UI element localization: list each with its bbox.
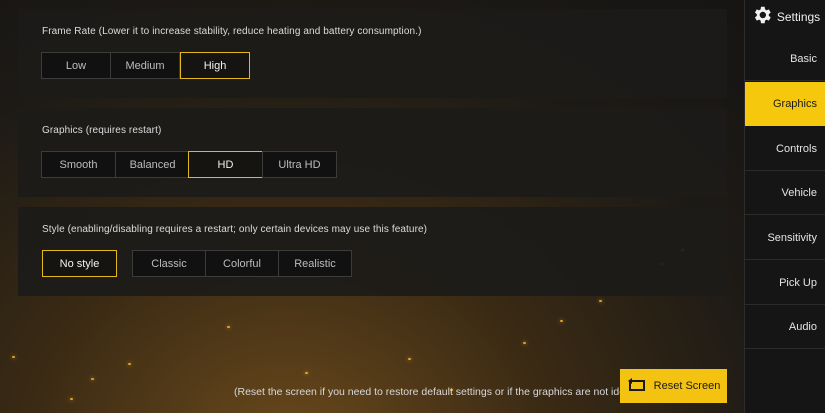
sidebar-item-audio[interactable]: Audio bbox=[745, 305, 825, 349]
style-realistic-button[interactable]: Realistic bbox=[278, 250, 352, 277]
style-no-style-button[interactable]: No style bbox=[42, 250, 117, 277]
settings-title: Settings bbox=[776, 9, 821, 24]
settings-header: Settings bbox=[745, 0, 825, 33]
graphics-ultra-hd-button[interactable]: Ultra HD bbox=[262, 151, 337, 178]
frame-rate-panel: Frame Rate (Lower it to increase stabili… bbox=[18, 9, 727, 98]
sidebar-item-sensitivity[interactable]: Sensitivity bbox=[745, 216, 825, 260]
sidebar-item-graphics[interactable]: Graphics bbox=[745, 82, 825, 126]
graphics-panel: Graphics (requires restart) Smooth Balan… bbox=[18, 108, 727, 197]
frame-rate-medium-button[interactable]: Medium bbox=[110, 52, 180, 79]
graphics-smooth-button[interactable]: Smooth bbox=[41, 151, 116, 178]
style-panel: Style (enabling/disabling requires a res… bbox=[18, 207, 727, 296]
reset-screen-icon bbox=[627, 377, 647, 395]
reset-hint-text: (Reset the screen if you need to restore… bbox=[234, 386, 637, 398]
reset-screen-label: Reset Screen bbox=[653, 380, 721, 392]
sidebar-item-controls[interactable]: Controls bbox=[745, 127, 825, 171]
graphics-balanced-button[interactable]: Balanced bbox=[115, 151, 190, 178]
graphics-title: Graphics (requires restart) bbox=[42, 125, 162, 136]
frame-rate-low-button[interactable]: Low bbox=[41, 52, 111, 79]
graphics-hd-button[interactable]: HD bbox=[188, 151, 263, 178]
frame-rate-high-button[interactable]: High bbox=[180, 52, 250, 79]
frame-rate-title: Frame Rate (Lower it to increase stabili… bbox=[42, 26, 422, 37]
style-classic-button[interactable]: Classic bbox=[132, 250, 206, 277]
style-title: Style (enabling/disabling requires a res… bbox=[42, 224, 428, 235]
reset-screen-button[interactable]: Reset Screen bbox=[620, 369, 727, 403]
gear-icon bbox=[751, 4, 773, 29]
style-colorful-button[interactable]: Colorful bbox=[205, 250, 279, 277]
settings-sidebar: Settings Basic Graphics Controls Vehicle… bbox=[744, 0, 825, 413]
sidebar-item-basic[interactable]: Basic bbox=[745, 37, 825, 81]
sidebar-item-pick-up[interactable]: Pick Up bbox=[745, 261, 825, 305]
sidebar-item-vehicle[interactable]: Vehicle bbox=[745, 171, 825, 215]
